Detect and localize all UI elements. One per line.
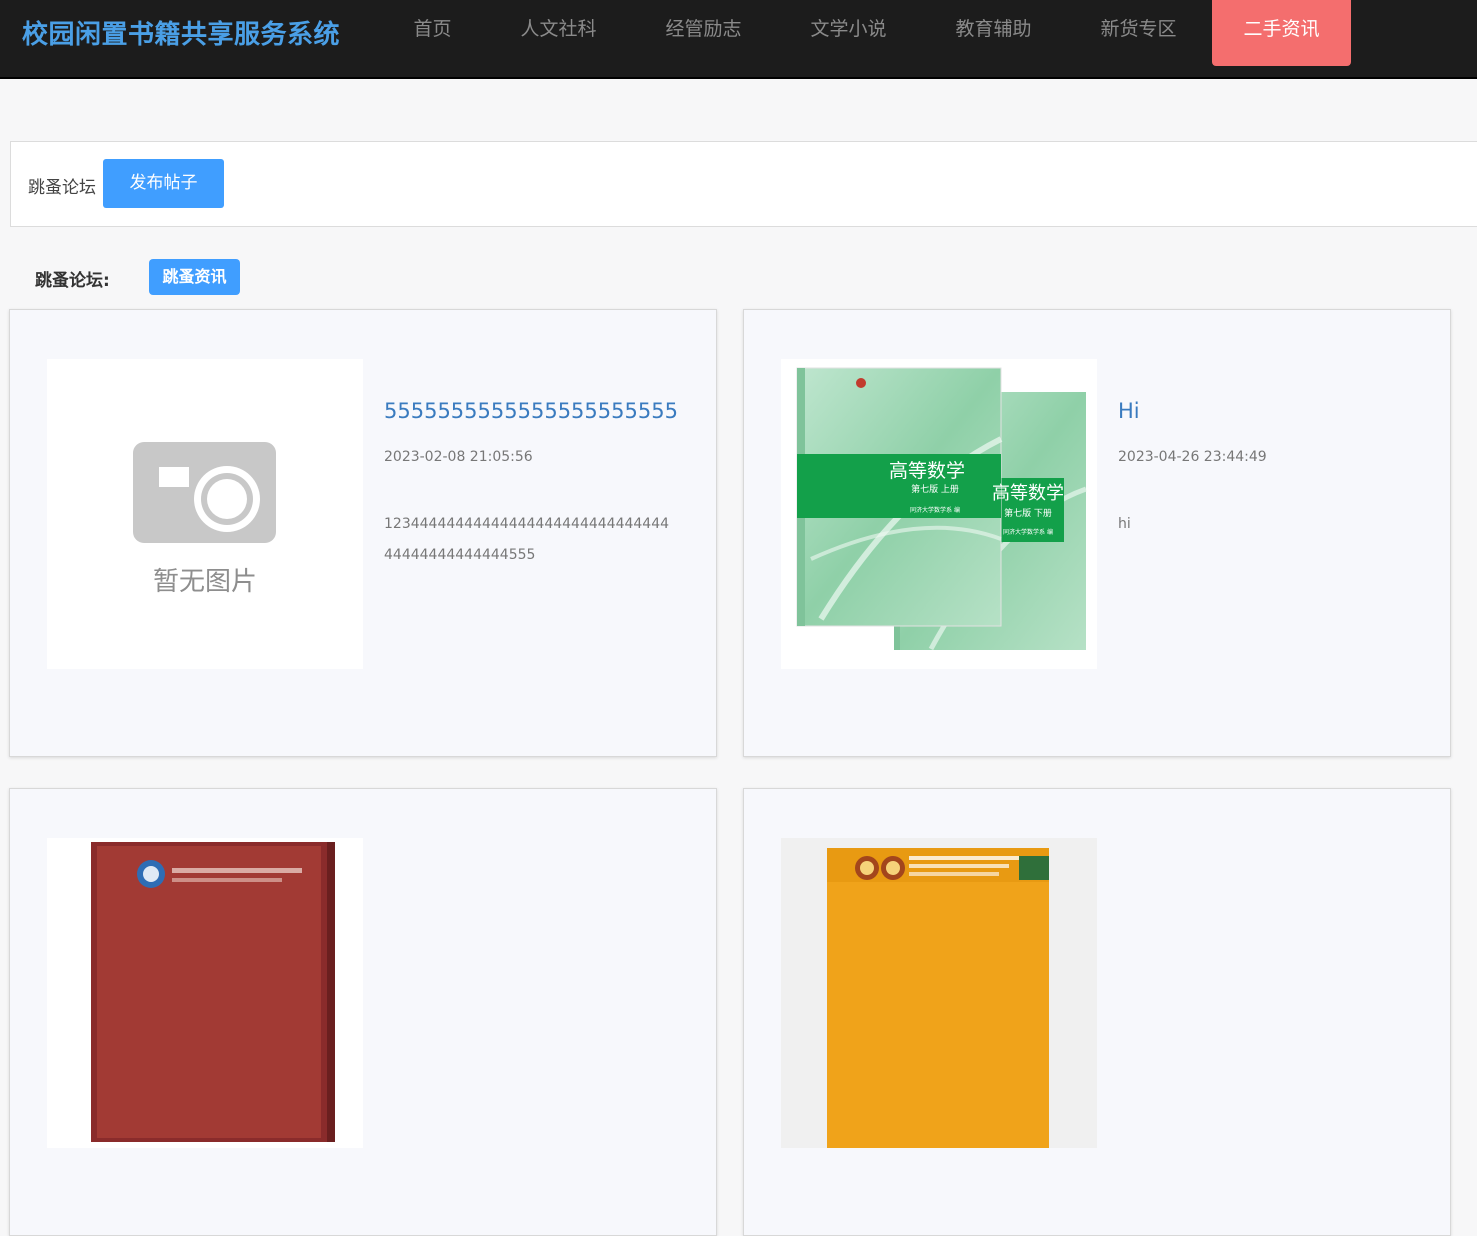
book-cover-title-back: 高等数学	[992, 483, 1064, 504]
book-cover-image: 高等数学 第七版 上册 同济大学数学系 编 高等数学 第七版 下册 同济大学数学…	[796, 367, 1087, 651]
book-cover-image	[827, 848, 1049, 1148]
post-thumbnail[interactable]: 暂无图片	[47, 359, 363, 669]
book-cover-title: 高等数学	[889, 460, 965, 482]
nav-item-education[interactable]: 教育辅助	[936, 0, 1051, 66]
book-cover-author: 同济大学数学系 编	[910, 506, 960, 514]
publish-post-button[interactable]: 发布帖子	[103, 159, 224, 208]
site-brand[interactable]: 校园闲置书籍共享服务系统	[22, 14, 340, 51]
post-content: 1234444444444444444444444444444444444444…	[384, 516, 670, 563]
post-card[interactable]	[9, 788, 717, 1236]
post-thumbnail[interactable]	[47, 838, 363, 1148]
post-thumbnail[interactable]: 高等数学 第七版 上册 同济大学数学系 编 高等数学 第七版 下册 同济大学数学…	[781, 359, 1097, 669]
nav-item-literature[interactable]: 文学小说	[791, 0, 906, 66]
nav-item-new-arrivals[interactable]: 新货专区	[1081, 0, 1196, 66]
post-title[interactable]: 5555555555555555555555	[384, 399, 678, 423]
nav-item-business[interactable]: 经管励志	[646, 0, 761, 66]
category-tag-news[interactable]: 跳蚤资讯	[149, 259, 240, 295]
book-cover-author-back: 同济大学数学系 编	[1003, 528, 1053, 536]
nav-item-secondhand-news[interactable]: 二手资讯	[1212, 0, 1351, 66]
nav-item-humanities[interactable]: 人文社科	[501, 0, 616, 66]
post-content: hi	[1118, 516, 1131, 532]
no-image-text: 暂无图片	[152, 567, 257, 597]
camera-icon	[133, 442, 276, 543]
book-cover-edition-back: 第七版 下册	[1004, 507, 1052, 519]
forum-bar-label: 跳蚤论坛	[28, 178, 96, 198]
post-card[interactable]: 高等数学 第七版 上册 同济大学数学系 编 高等数学 第七版 下册 同济大学数学…	[743, 309, 1451, 757]
post-date: 2023-02-08 21:05:56	[384, 449, 533, 465]
book-cover-image	[91, 842, 335, 1142]
post-card[interactable]: 暂无图片 5555555555555555555555 2023-02-08 2…	[9, 309, 717, 757]
filter-label: 跳蚤论坛:	[35, 271, 110, 291]
post-title[interactable]: Hi	[1118, 399, 1140, 423]
post-card[interactable]	[743, 788, 1451, 1236]
forum-action-bar: 跳蚤论坛 发布帖子	[10, 141, 1477, 227]
post-date: 2023-04-26 23:44:49	[1118, 449, 1267, 465]
post-thumbnail[interactable]	[781, 838, 1097, 1148]
nav-item-home[interactable]: 首页	[380, 0, 485, 66]
book-cover-edition: 第七版 上册	[911, 483, 959, 495]
top-nav-bar: 校园闲置书籍共享服务系统 首页 人文社科 经管励志 文学小说 教育辅助 新货专区…	[0, 0, 1477, 79]
